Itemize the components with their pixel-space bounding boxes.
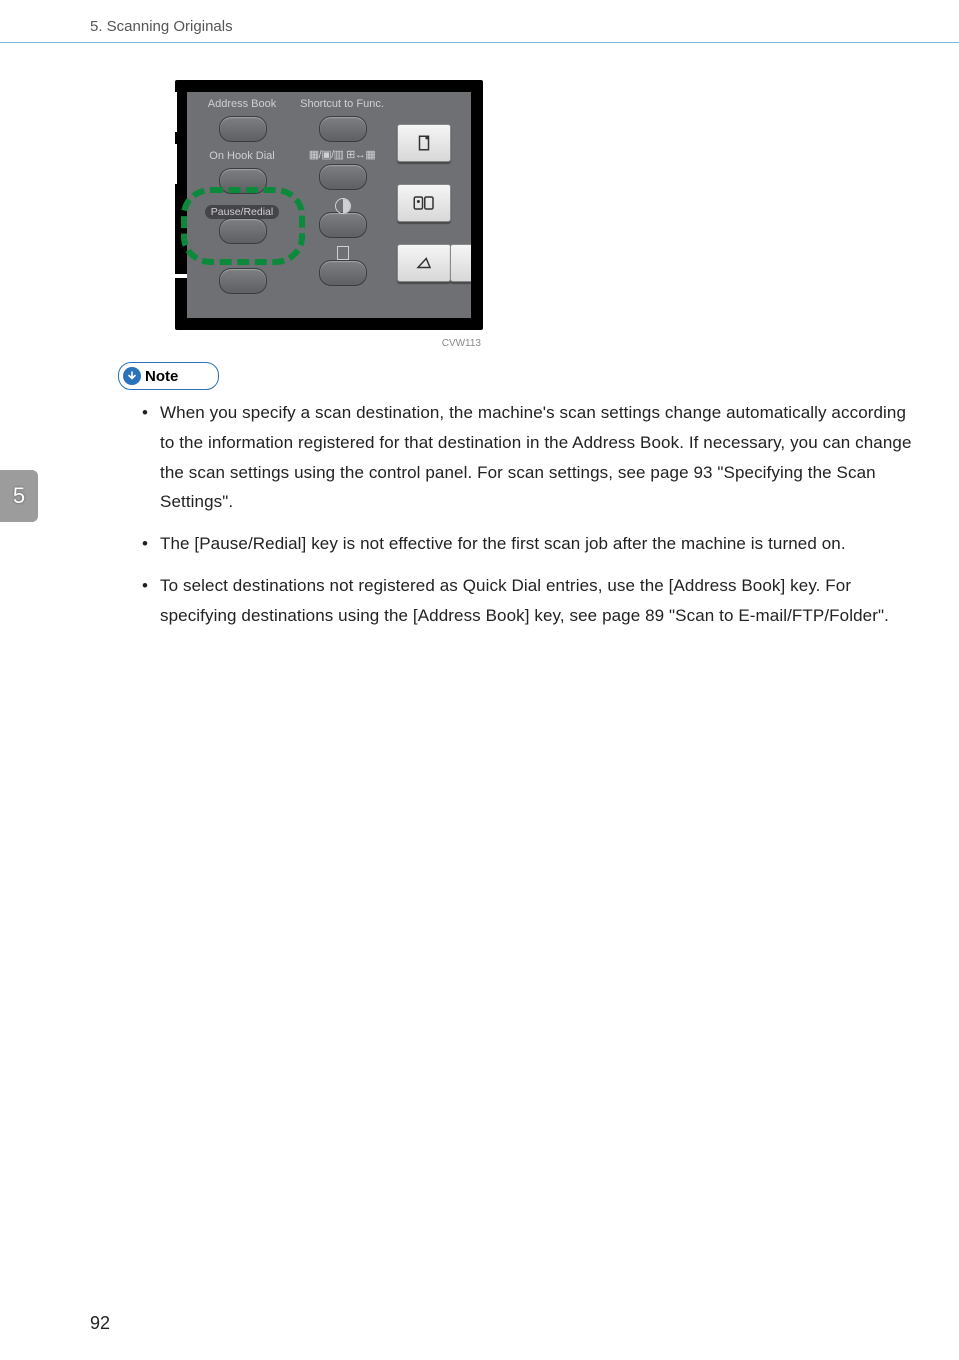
note-arrow-icon <box>123 367 141 385</box>
button-scan-mode[interactable] <box>397 244 451 282</box>
button-shift[interactable] <box>219 268 267 294</box>
figure-id: CVW113 <box>442 338 481 349</box>
button-density[interactable] <box>319 212 367 238</box>
page: 5. Scanning Originals 5 Address Book On … <box>0 0 959 1360</box>
scanner-icon <box>415 254 433 272</box>
button-copy-mode[interactable] <box>397 124 451 162</box>
copy-page-icon <box>415 134 433 152</box>
pause-redial-highlight-icon <box>181 187 305 265</box>
note-label: Note <box>145 368 178 385</box>
density-icon <box>335 198 351 214</box>
control-panel-figure: Address Book On Hook Dial Pause/Redial <box>175 80 483 330</box>
note-item: To select destinations not registered as… <box>138 571 924 631</box>
image-quality-icons: ▦/▣/▥ ⊞↔▦ <box>297 148 387 161</box>
button-right-edge[interactable] <box>450 244 471 282</box>
note-tag: Note <box>118 362 219 390</box>
button-id-copy-mode[interactable] <box>397 184 451 222</box>
button-address-book[interactable] <box>219 116 267 142</box>
note-item: The [Pause/Redial] key is not effective … <box>138 529 924 559</box>
button-shortcut-func[interactable] <box>319 116 367 142</box>
running-head: 5. Scanning Originals <box>90 18 233 35</box>
label-on-hook-dial: On Hook Dial <box>187 150 297 162</box>
button-original-setting[interactable] <box>319 260 367 286</box>
id-card-copy-icon <box>412 194 436 212</box>
chapter-tab: 5 <box>0 470 38 522</box>
page-number: 92 <box>90 1313 110 1334</box>
note-body: When you specify a scan destination, the… <box>138 398 924 642</box>
label-address-book: Address Book <box>187 98 297 110</box>
label-shortcut-func: Shortcut to Func. <box>297 98 387 110</box>
note-item: When you specify a scan destination, the… <box>138 398 924 517</box>
original-setting-icon <box>337 246 349 260</box>
header-rule <box>0 42 959 43</box>
button-image-quality[interactable] <box>319 164 367 190</box>
